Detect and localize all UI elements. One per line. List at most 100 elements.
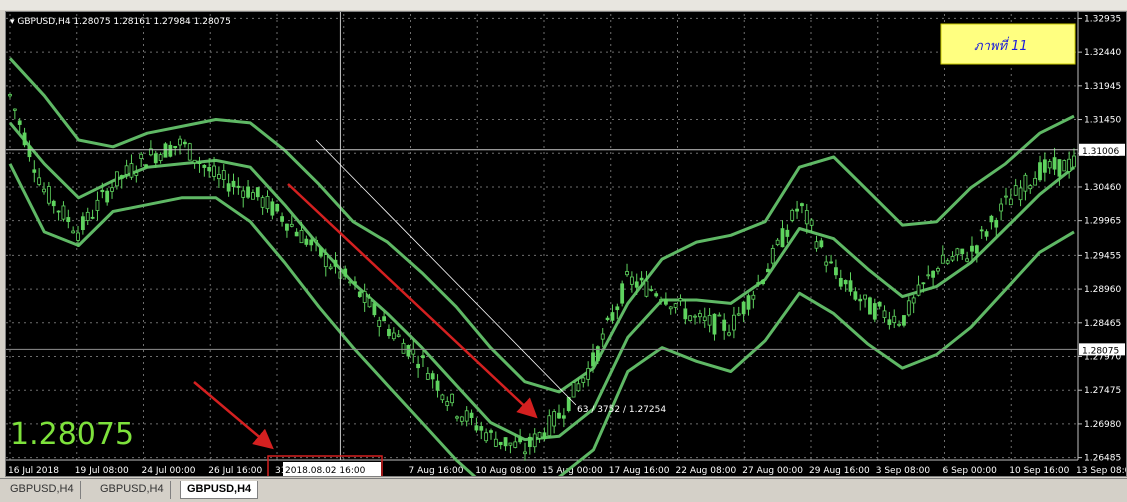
candle-body <box>1072 155 1076 168</box>
candle-body <box>85 211 90 221</box>
candle-body <box>1008 198 1013 206</box>
candle-body <box>32 169 37 173</box>
candle-body <box>552 411 557 427</box>
candle-body <box>591 352 595 367</box>
candle-body <box>916 284 921 296</box>
candle-body <box>207 167 212 172</box>
candle-body <box>1067 158 1072 172</box>
candle-body <box>634 281 639 288</box>
candle-body <box>600 333 605 340</box>
tab-gbpusd-h4-2[interactable]: GBPUSD,H4 <box>94 481 171 499</box>
candle-body <box>202 164 207 168</box>
candle-body <box>1018 187 1023 201</box>
candle-body <box>790 209 795 221</box>
terminal-app: 1.329351.324401.319451.314501.309551.304… <box>0 0 1127 502</box>
candle-body <box>615 306 620 311</box>
candle-body <box>542 432 547 440</box>
candle-body <box>484 432 489 442</box>
price-tick-label: 1.31945 <box>1084 82 1121 92</box>
candle-body <box>1062 160 1067 172</box>
candle-body <box>809 219 814 226</box>
candle-body <box>236 185 241 188</box>
candle-body <box>761 279 765 285</box>
candle-body <box>561 415 566 419</box>
candle-body <box>800 203 804 207</box>
candle-body <box>396 334 401 337</box>
time-tick-label: 16 Jul 2018 <box>8 466 59 476</box>
bollinger-upper-band <box>8 57 1075 394</box>
candle-body <box>328 266 333 269</box>
crosshair-price-label: 1.31006 <box>1082 147 1119 157</box>
candle-body <box>1047 161 1052 169</box>
candle-body <box>1042 159 1047 173</box>
candle-body <box>469 412 474 419</box>
tab-gbpusd-h4-1[interactable]: GBPUSD,H4 <box>4 481 81 499</box>
candle-body <box>547 415 552 437</box>
candle-body <box>1028 185 1033 190</box>
bollinger-lower-band <box>8 163 1075 476</box>
candle-body <box>323 254 328 268</box>
candle-body <box>241 190 246 198</box>
tab-gbpusd-h4-3[interactable]: GBPUSD,H4 <box>180 481 259 499</box>
candle-body <box>965 258 970 262</box>
candle-body <box>693 315 697 318</box>
current-price-label: 1.28075 <box>1082 346 1119 356</box>
candle-body <box>12 108 17 111</box>
toolbar-strip[interactable] <box>0 0 1127 10</box>
time-tick-label: 22 Aug 08:00 <box>676 466 737 476</box>
candle-body <box>139 153 144 159</box>
candle-body <box>319 247 323 257</box>
candle-body <box>251 192 255 200</box>
candle-body <box>746 295 751 310</box>
candle-body <box>931 270 936 278</box>
candle-body <box>309 239 314 246</box>
candle-body <box>119 175 124 179</box>
candle-body <box>921 282 926 285</box>
candle-body <box>566 397 571 412</box>
candle-body <box>455 416 459 419</box>
candle-body <box>785 229 790 237</box>
candle-body <box>795 208 799 212</box>
candle-body <box>970 245 974 252</box>
candle-body <box>493 438 498 447</box>
candle-body <box>945 260 950 264</box>
candle-body <box>712 313 717 335</box>
candle-body <box>639 277 644 281</box>
candle-body <box>984 231 989 237</box>
big-price-label: 1.28075 <box>10 417 134 452</box>
candle-body <box>868 297 872 315</box>
candle-body <box>872 303 877 320</box>
candle-body <box>814 241 819 249</box>
candle-body <box>829 261 833 264</box>
candle-body <box>834 267 838 276</box>
price-tick-label: 1.32935 <box>1084 14 1121 24</box>
candle-body <box>1057 159 1062 177</box>
chart-canvas[interactable]: 1.329351.324401.319451.314501.309551.304… <box>6 12 1126 476</box>
candle-body <box>673 303 678 308</box>
candle-body <box>974 245 979 254</box>
candle-body <box>459 416 464 422</box>
price-tick-label: 1.26485 <box>1084 454 1121 464</box>
time-tick-label: 10 Aug 08:00 <box>475 466 536 476</box>
candle-body <box>906 300 911 316</box>
candle-body <box>114 171 119 187</box>
candle-body <box>902 315 906 326</box>
candle-body <box>153 153 158 164</box>
chart-tab-bar: GBPUSD,H4 GBPUSD,H4 GBPUSD,H4 <box>0 478 1127 502</box>
candle-body <box>678 298 683 302</box>
candle-body <box>503 437 508 447</box>
candle-body <box>411 348 416 355</box>
candle-body <box>416 363 421 369</box>
candle-body <box>357 291 362 297</box>
candle-body <box>17 120 22 125</box>
candle-body <box>979 229 984 232</box>
candle-body <box>270 201 275 216</box>
candle-body <box>168 144 173 157</box>
candle-body <box>71 230 76 234</box>
chart-window[interactable]: 1.329351.324401.319451.314501.309551.304… <box>5 11 1127 477</box>
candle-body <box>571 382 576 398</box>
candle-body <box>697 313 702 318</box>
candle-body <box>183 141 187 145</box>
time-tick-label: 27 Aug 00:00 <box>742 466 803 476</box>
candle-body <box>489 430 493 433</box>
